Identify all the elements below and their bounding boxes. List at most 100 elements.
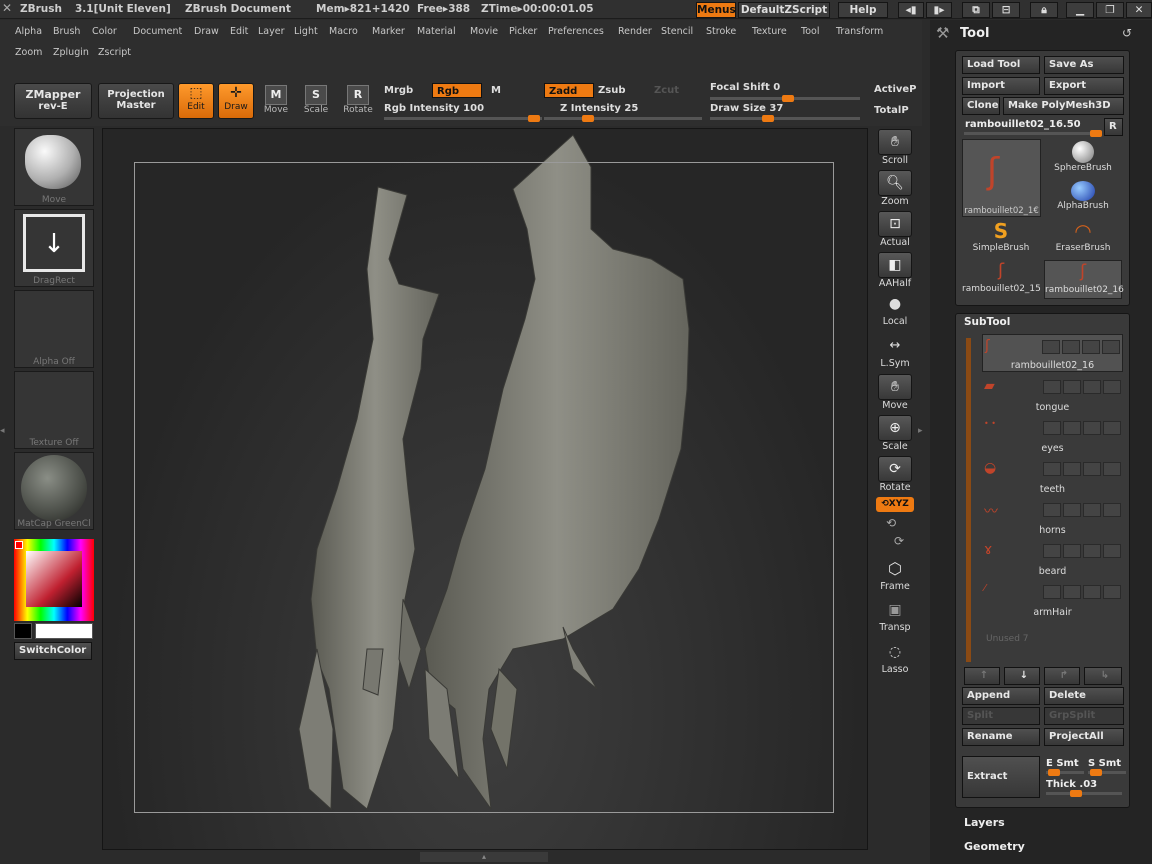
simple-brush-thumb[interactable]: S SimpleBrush <box>962 219 1040 258</box>
geometry-section[interactable]: Geometry <box>964 840 1025 853</box>
thick-slider[interactable] <box>1046 790 1122 797</box>
menu-texture[interactable]: Texture <box>752 26 787 37</box>
aahalf-button[interactable]: ◧ AAHalf <box>876 252 914 290</box>
subtool-item[interactable]: • • eyes <box>982 416 1123 454</box>
menu-alpha[interactable]: Alpha <box>15 26 42 37</box>
e-smt-slider[interactable] <box>1046 769 1084 776</box>
transp-button[interactable]: ▣ Transp <box>876 602 914 640</box>
subtool-toggles[interactable] <box>1041 379 1123 394</box>
menu-marker[interactable]: Marker <box>372 26 405 37</box>
menu-edit[interactable]: Edit <box>230 26 248 37</box>
close-icon[interactable]: ✕ <box>1126 2 1152 18</box>
menu-draw[interactable]: Draw <box>194 26 219 37</box>
draw-button[interactable]: ✛ Draw <box>218 83 254 119</box>
alpha-selector[interactable]: Alpha Off <box>14 290 94 368</box>
subtool-scrollbar[interactable] <box>966 338 971 662</box>
tool-thumb-16[interactable]: ʃ rambouillet02_16 <box>1044 260 1124 299</box>
color-square[interactable] <box>26 551 82 607</box>
clone-button[interactable]: Clone <box>962 97 1000 115</box>
rgb-intensity-slider[interactable] <box>384 115 542 122</box>
rgb-intensity-knob[interactable] <box>528 115 540 122</box>
zcut-toggle[interactable]: Zcut <box>654 85 679 96</box>
material-selector[interactable]: MatCap GreenCl <box>14 452 94 530</box>
canvas-scroll-handle[interactable]: ▴ <box>420 852 548 862</box>
zadd-toggle[interactable]: Zadd <box>544 83 594 98</box>
rotate-z-icon[interactable]: ⟳ <box>894 534 904 548</box>
lock-icon[interactable]: 🔒︎ <box>1030 2 1058 18</box>
rotate-button[interactable]: R Rotate <box>340 83 376 119</box>
current-tool-knob[interactable] <box>1090 130 1102 137</box>
subtool-item[interactable]: ⁄ armHair <box>982 580 1123 618</box>
maximize-icon[interactable]: ❐ <box>1096 2 1124 18</box>
draw-size-slider[interactable] <box>710 115 860 122</box>
scroll-button[interactable]: ✋︎ Scroll <box>876 129 914 167</box>
menu-preferences[interactable]: Preferences <box>548 26 604 37</box>
tool-palette-reset-icon[interactable]: ↺ <box>1122 26 1132 40</box>
r-button[interactable]: R <box>1104 118 1123 136</box>
tool-thumb-main[interactable]: ʃ rambouillet02_1€ <box>962 139 1041 217</box>
zmapper-button[interactable]: ZMapper rev-E <box>14 83 92 119</box>
e-smt-knob[interactable] <box>1048 769 1060 776</box>
eraser-brush-thumb[interactable]: ◠ EraserBrush <box>1044 219 1122 258</box>
menu-zscript[interactable]: Zscript <box>98 47 131 58</box>
rename-button[interactable]: Rename <box>962 728 1040 746</box>
menu-tool[interactable]: Tool <box>801 26 819 37</box>
move-button[interactable]: M Move <box>258 83 294 119</box>
merge-down-arrow-icon[interactable]: ↳ <box>1084 667 1122 685</box>
menu-transform[interactable]: Transform <box>836 26 883 37</box>
move-down-arrow-icon[interactable]: ↓ <box>1004 667 1040 685</box>
menu-color[interactable]: Color <box>92 26 117 37</box>
draw-size-knob[interactable] <box>762 115 774 122</box>
menu-zoom[interactable]: Zoom <box>15 47 42 58</box>
lasso-button[interactable]: ◌ Lasso <box>876 644 914 682</box>
z-intensity-slider[interactable] <box>544 115 702 122</box>
mrgb-toggle[interactable]: Mrgb <box>384 85 413 96</box>
subtool-toggles[interactable] <box>1041 584 1123 599</box>
texture-selector[interactable]: Texture Off <box>14 371 94 449</box>
projection-master-button[interactable]: Projection Master <box>98 83 174 119</box>
menu-light[interactable]: Light <box>294 26 318 37</box>
load-tool-button[interactable]: Load Tool <box>962 56 1040 74</box>
menu-picker[interactable]: Picker <box>509 26 537 37</box>
stroke-selector[interactable]: ↓ DragRect <box>14 209 94 287</box>
focal-shift-slider[interactable] <box>710 95 860 102</box>
local-button[interactable]: ● Local <box>876 296 914 334</box>
menu-stroke[interactable]: Stroke <box>706 26 736 37</box>
edit-button[interactable]: ⬚ Edit <box>178 83 214 119</box>
lsym-button[interactable]: ↔ L.Sym <box>876 338 914 376</box>
menu-macro[interactable]: Macro <box>329 26 358 37</box>
swap-layout-icon[interactable]: ⧉ <box>962 2 990 18</box>
default-zscript-button[interactable]: DefaultZScript <box>738 2 830 18</box>
move-view-button[interactable]: ✋︎ Move <box>876 374 914 412</box>
menu-layer[interactable]: Layer <box>258 26 285 37</box>
subtool-toggles[interactable] <box>1041 502 1123 517</box>
split-button[interactable]: Split <box>962 707 1040 725</box>
subtool-title[interactable]: SubTool <box>964 316 1010 328</box>
make-polymesh-button[interactable]: Make PolyMesh3D <box>1003 97 1124 115</box>
merge-up-arrow-icon[interactable]: ↱ <box>1044 667 1080 685</box>
frame-button[interactable]: ⬡ Frame <box>876 559 914 597</box>
menu-movie[interactable]: Movie <box>470 26 498 37</box>
menu-material[interactable]: Material <box>417 26 456 37</box>
minimize-icon[interactable]: ▁ <box>1066 2 1094 18</box>
z-intensity-knob[interactable] <box>582 115 594 122</box>
primary-color-swatch[interactable] <box>35 623 93 639</box>
subtool-toggles[interactable] <box>1041 420 1123 435</box>
menu-brush[interactable]: Brush <box>53 26 80 37</box>
scale-button[interactable]: S Scale <box>298 83 334 119</box>
delete-button[interactable]: Delete <box>1044 687 1124 705</box>
brush-selector[interactable]: Move <box>14 128 94 206</box>
scale-view-button[interactable]: ⊕ Scale <box>876 415 914 453</box>
save-as-button[interactable]: Save As <box>1044 56 1124 74</box>
append-button[interactable]: Append <box>962 687 1040 705</box>
projectall-button[interactable]: ProjectAll <box>1044 728 1124 746</box>
actual-button[interactable]: ⊡ Actual <box>876 211 914 249</box>
thick-knob[interactable] <box>1070 790 1082 797</box>
layers-section[interactable]: Layers <box>964 816 1005 829</box>
layout-next-icon[interactable]: ▮▸ <box>926 2 952 18</box>
move-up-arrow-icon[interactable]: ↑ <box>964 667 1000 685</box>
subtool-item[interactable]: ʃ rambouillet02_16 <box>982 334 1123 372</box>
alpha-brush-thumb[interactable]: AlphaBrush <box>1044 179 1122 218</box>
s-smt-knob[interactable] <box>1090 769 1102 776</box>
current-tool-slider[interactable] <box>964 130 1102 137</box>
